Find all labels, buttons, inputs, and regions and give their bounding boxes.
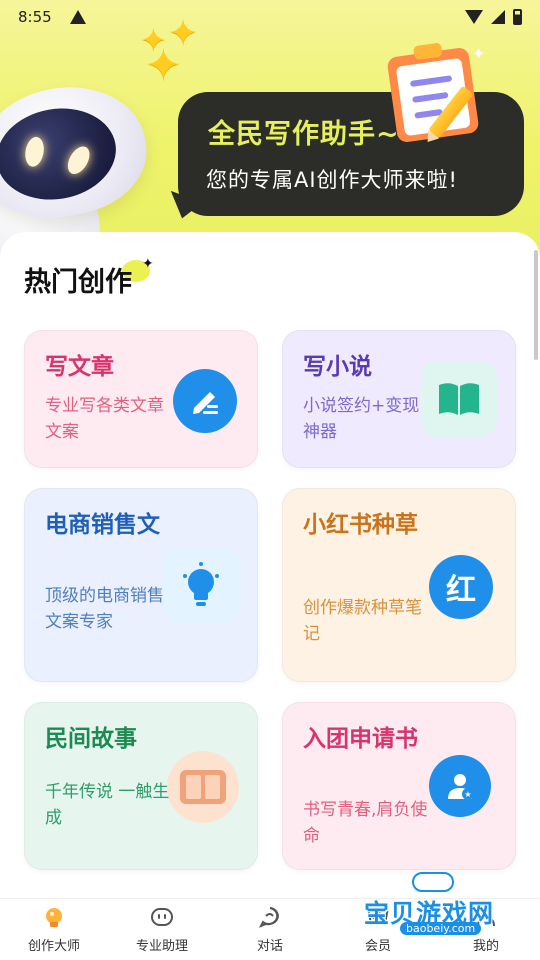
xiaohongshu-glyph: 红 <box>446 573 476 608</box>
robot-face-icon <box>150 905 174 929</box>
lightbulb-nav-svg <box>46 908 62 927</box>
story-book-svg <box>180 770 226 804</box>
sparkle-icon: ✦ <box>145 40 182 91</box>
section-title: 热门创作 <box>24 267 132 298</box>
card-title: 小红书种草 <box>303 512 418 538</box>
status-bar: 8:55 <box>0 0 540 34</box>
scrollbar[interactable] <box>534 250 538 360</box>
watermark-url: baobeiy.com <box>400 922 482 935</box>
lightbulb-nav-icon <box>42 905 66 929</box>
card-folk-story[interactable]: 民间故事 千年传说 一触生成 <box>24 702 258 870</box>
open-book-svg <box>439 383 479 415</box>
clipboard-clip <box>413 42 443 61</box>
card-desc: 书写青春,肩负使命 <box>303 800 428 846</box>
card-title: 电商销售文 <box>45 512 160 538</box>
user-badge-svg: ★ <box>448 774 474 800</box>
open-book-icon <box>421 361 497 437</box>
battery-icon <box>513 9 522 25</box>
wifi-icon <box>465 10 483 24</box>
card-desc: 顶级的电商销售文案专家 <box>45 586 164 632</box>
warning-icon <box>69 10 86 24</box>
nav-item-assistant[interactable]: 专业助理 <box>108 899 216 960</box>
sparkle-icon: ✦ <box>472 44 486 63</box>
card-desc: 专业写各类文章文案 <box>45 396 164 442</box>
card-league-application[interactable]: 入团申请书 书写青春,肩负使命 ★ <box>282 702 516 870</box>
hero-title: 全民写作助手~ <box>208 119 400 150</box>
card-write-article[interactable]: 写文章 专业写各类文章文案 <box>24 330 258 468</box>
nav-item-creation-master[interactable]: 创作大师 <box>0 899 108 960</box>
nav-label: 对话 <box>256 939 283 954</box>
card-title: 写文章 <box>45 354 114 380</box>
story-book-icon <box>167 751 239 823</box>
cell-signal-icon <box>491 10 505 24</box>
lightbulb-icon <box>163 547 239 623</box>
card-title: 入团申请书 <box>303 726 418 752</box>
robot-eye-right <box>63 142 94 178</box>
robot-mascot-icon <box>0 74 156 230</box>
robot-face-svg <box>151 908 173 926</box>
card-title: 写小说 <box>303 354 372 380</box>
watermark-logo: 宝贝游戏网 baobeiy.com <box>360 870 520 950</box>
user-badge-icon: ★ <box>429 755 491 817</box>
status-icons <box>465 9 522 25</box>
card-ecommerce-copy[interactable]: 电商销售文 顶级的电商销售文案专家 <box>24 488 258 682</box>
chat-bubble-icon <box>258 905 282 929</box>
sparkle-icon: ✦ <box>142 256 154 272</box>
clipboard-line <box>409 75 453 88</box>
xiaohongshu-icon: 红 <box>429 555 493 619</box>
hero-banner: 8:55 ✦ ✦ ✦ ✦ 全民写作助手~ 您的专属AI创作大师来啦! <box>0 0 540 270</box>
clipboard-line <box>412 91 449 103</box>
nav-item-chat[interactable]: 对话 <box>216 899 324 960</box>
pencil-edit-svg <box>193 392 218 414</box>
card-write-novel[interactable]: 写小说 小说签约+变现 神器 <box>282 330 516 468</box>
nav-label: 专业助理 <box>135 939 188 954</box>
chat-bubble-svg <box>258 907 279 928</box>
status-time: 8:55 <box>18 8 52 26</box>
robot-eye-left <box>23 135 47 169</box>
card-desc: 小说签约+变现 神器 <box>303 396 420 442</box>
gamepad-icon <box>412 872 454 892</box>
nav-label: 创作大师 <box>27 939 80 954</box>
card-desc: 创作爆款种草笔记 <box>303 598 422 644</box>
main-content: 热门创作 ✦ 写文章 专业写各类文章文案 写小说 小说签约+变现 神器 电商销售… <box>0 232 540 898</box>
card-title: 民间故事 <box>45 726 137 752</box>
pencil-edit-icon <box>173 369 237 433</box>
lightbulb-svg <box>183 562 219 606</box>
robot-face <box>0 99 124 209</box>
card-desc: 千年传说 一触生成 <box>45 782 170 828</box>
hero-subtitle: 您的专属AI创作大师来啦! <box>206 168 458 192</box>
svg-text:★: ★ <box>464 790 471 799</box>
card-xiaohongshu[interactable]: 小红书种草 创作爆款种草笔记 红 <box>282 488 516 682</box>
